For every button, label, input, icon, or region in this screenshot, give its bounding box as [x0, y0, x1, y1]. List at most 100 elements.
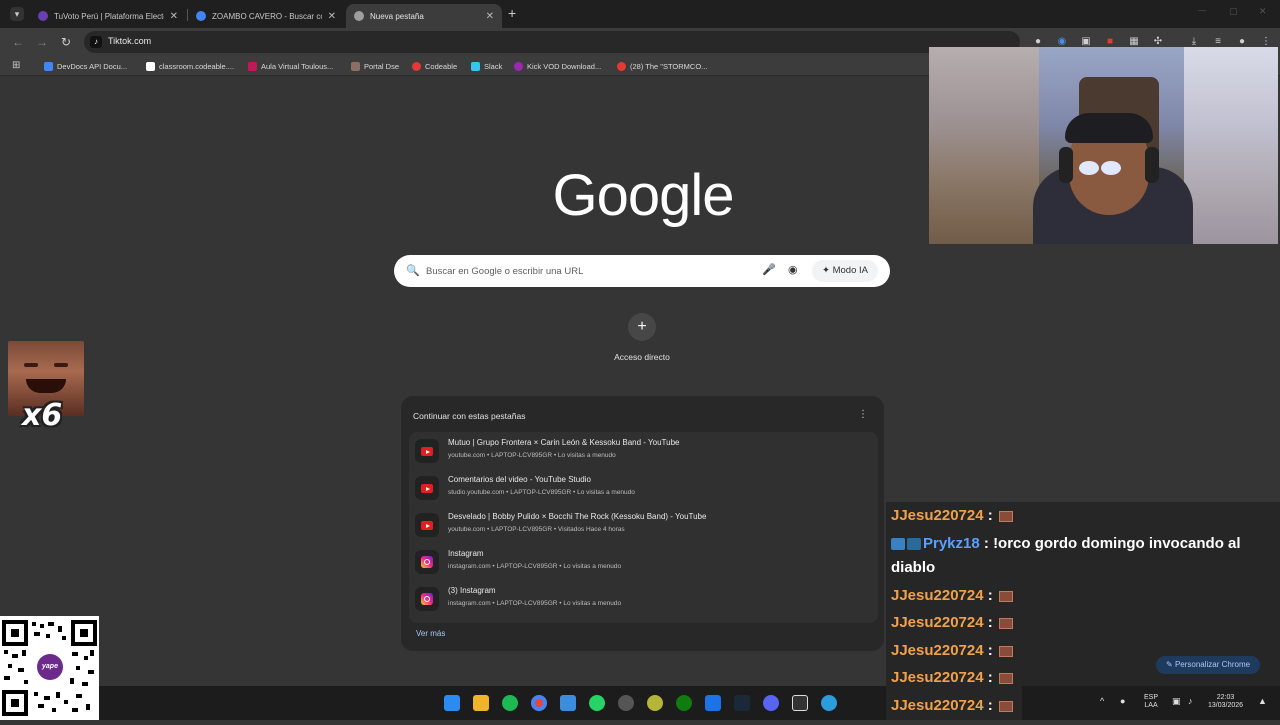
- modo-ia-button[interactable]: ✦ Modo IA: [812, 260, 878, 282]
- obs-icon[interactable]: [618, 695, 634, 711]
- webcam-overlay: [929, 47, 1278, 244]
- chat-separator: :: [983, 614, 997, 631]
- bookmark[interactable]: classroom.codeable....: [146, 60, 234, 72]
- bookmark-label: (28) The "STORMCO...: [630, 61, 708, 71]
- steam-icon[interactable]: [734, 695, 750, 711]
- xbox-icon[interactable]: [676, 695, 692, 711]
- add-shortcut[interactable]: + Acceso directo: [614, 311, 670, 367]
- bookmark[interactable]: Portal Dse: [351, 60, 399, 72]
- keyboard-layout: LAA: [1144, 702, 1158, 709]
- bookmark-favicon-icon: [44, 61, 53, 71]
- add-shortcut-plus-icon: +: [628, 313, 656, 341]
- tab[interactable]: ZOAMBO CAVERO - Buscar con ✕: [188, 4, 344, 28]
- add-shortcut-label: Acceso directo: [614, 352, 670, 362]
- item-meta: youtube.com • LAPTOP-LCV895GR • Lo visit…: [448, 452, 616, 459]
- list-item[interactable]: Comentarios del video - YouTube Studio s…: [409, 469, 878, 506]
- whatsapp-icon[interactable]: [589, 695, 605, 711]
- bookmark[interactable]: Codeable: [412, 60, 457, 72]
- webcam-headphone: [1145, 147, 1159, 183]
- item-meta: youtube.com • LAPTOP-LCV895GR • Visitado…: [448, 526, 625, 533]
- tab[interactable]: TuVoto Perú | Plataforma Electo ✕: [30, 4, 186, 28]
- chat-message: JJesu220724 :: [891, 694, 1013, 718]
- new-tab-button[interactable]: +: [508, 5, 516, 21]
- chat-message: JJesu220724 :: [891, 504, 1013, 528]
- microphone-icon[interactable]: 🎤: [762, 263, 776, 276]
- app-icon[interactable]: [647, 695, 663, 711]
- network-icon[interactable]: ▣: [1172, 697, 1181, 706]
- chat-username: JJesu220724: [891, 587, 984, 604]
- bookmark-favicon-icon: [617, 61, 626, 71]
- personalize-chrome-button[interactable]: ✎ Personalizar Chrome: [1156, 656, 1261, 674]
- language-code: ESP: [1144, 694, 1159, 701]
- tab-list-button[interactable]: ▾: [10, 7, 24, 21]
- webcam-person-hair: [1065, 113, 1153, 143]
- card-menu-icon[interactable]: ⋮: [858, 409, 868, 420]
- chat-separator: :: [983, 587, 997, 604]
- chat-badge-icon: [891, 538, 905, 551]
- continue-tabs-heading: Continuar con estas pestañas: [413, 411, 526, 421]
- list-item[interactable]: Desvelado | Bobby Pulido × Bocchi The Ro…: [409, 506, 878, 543]
- item-title: Mutuo | Grupo Frontera × Carin León & Ke…: [448, 438, 680, 447]
- search-input[interactable]: [426, 263, 746, 279]
- chat-text: !orco gordo domingo invocando al: [993, 535, 1241, 552]
- bookmark[interactable]: Aula Virtual Toulous...: [248, 60, 333, 72]
- close-window-button[interactable]: ✕: [1259, 6, 1267, 17]
- file-explorer-icon[interactable]: [473, 695, 489, 711]
- maximize-button[interactable]: ▢: [1229, 6, 1238, 17]
- ver-mas-link[interactable]: Ver más: [416, 629, 445, 638]
- tab-close-icon[interactable]: ✕: [486, 11, 494, 22]
- notifications-icon[interactable]: ▲: [1258, 697, 1267, 706]
- chat-separator: :: [979, 535, 994, 552]
- apps-grid-icon[interactable]: ⊞: [12, 60, 20, 71]
- tab-active[interactable]: Nueva pestaña ✕: [346, 4, 502, 28]
- bookmark[interactable]: (28) The "STORMCO...: [617, 60, 707, 72]
- app-icon[interactable]: [705, 695, 721, 711]
- forward-button[interactable]: →: [34, 34, 50, 50]
- reload-button[interactable]: ↻: [58, 34, 74, 50]
- bookmark-favicon-icon: [412, 61, 421, 71]
- windows-start-icon[interactable]: [444, 695, 460, 711]
- tray-app-icon[interactable]: ●: [1120, 697, 1125, 706]
- bookmark[interactable]: Kick VOD Download...: [514, 60, 601, 72]
- back-button[interactable]: ←: [10, 34, 26, 50]
- chat-message: JJesu220724 :: [891, 639, 1013, 663]
- chrome-icon[interactable]: [531, 695, 547, 711]
- tab-close-icon[interactable]: ✕: [328, 11, 336, 22]
- address-bar[interactable]: ♪ Tiktok.com: [84, 31, 1020, 53]
- tray-chevron-icon[interactable]: ^: [1100, 697, 1104, 706]
- chat-username: JJesu220724: [891, 669, 984, 686]
- bookmark-label: DevDocs API Docu...: [57, 61, 128, 71]
- search-box[interactable]: 🔍 🎤 ◉ ✦ Modo IA: [394, 255, 890, 287]
- sparkle-search-icon: ✦: [822, 265, 833, 276]
- chat-message: JJesu220724 :: [891, 666, 1013, 690]
- volume-icon[interactable]: ♪: [1188, 697, 1193, 706]
- discord-icon[interactable]: [763, 695, 779, 711]
- list-item[interactable]: (3) Instagram instagram.com • LAPTOP-LCV…: [409, 580, 878, 617]
- continue-tabs-card: Continuar con estas pestañas ⋮ Mutuo | G…: [401, 396, 884, 651]
- photos-icon[interactable]: [560, 695, 576, 711]
- item-title: Desvelado | Bobby Pulido × Bocchi The Ro…: [448, 512, 707, 521]
- language-indicator[interactable]: ESP LAA: [1144, 694, 1158, 710]
- item-title: Comentarios del video - YouTube Studio: [448, 475, 591, 484]
- epic-games-icon[interactable]: [792, 695, 808, 711]
- minimize-button[interactable]: —: [1198, 6, 1206, 15]
- tiktok-icon: ♪: [90, 36, 102, 48]
- edge-icon[interactable]: [821, 695, 837, 711]
- bookmark[interactable]: DevDocs API Docu...: [44, 60, 127, 72]
- item-meta: studio.youtube.com • LAPTOP-LCV895GR • L…: [448, 489, 635, 496]
- clock[interactable]: 22:03 13/03/2026: [1208, 694, 1243, 710]
- google-lens-icon[interactable]: ◉: [788, 263, 798, 276]
- tab-close-icon[interactable]: ✕: [170, 11, 178, 22]
- taskbar: [99, 686, 886, 720]
- list-item[interactable]: Mutuo | Grupo Frontera × Carin León & Ke…: [409, 432, 878, 469]
- instagram-icon: [415, 587, 439, 611]
- tab-title: TuVoto Perú | Plataforma Electo: [54, 11, 164, 21]
- clock-date: 13/03/2026: [1208, 702, 1244, 709]
- bookmark[interactable]: Slack: [471, 60, 502, 72]
- webcam-headphone: [1059, 147, 1073, 183]
- chat-separator: :: [983, 507, 997, 524]
- spotify-icon[interactable]: [502, 695, 518, 711]
- bookmark-favicon-icon: [248, 61, 257, 71]
- continue-tabs-list: Mutuo | Grupo Frontera × Carin León & Ke…: [409, 432, 878, 623]
- list-item[interactable]: Instagram instagram.com • LAPTOP-LCV895G…: [409, 543, 878, 580]
